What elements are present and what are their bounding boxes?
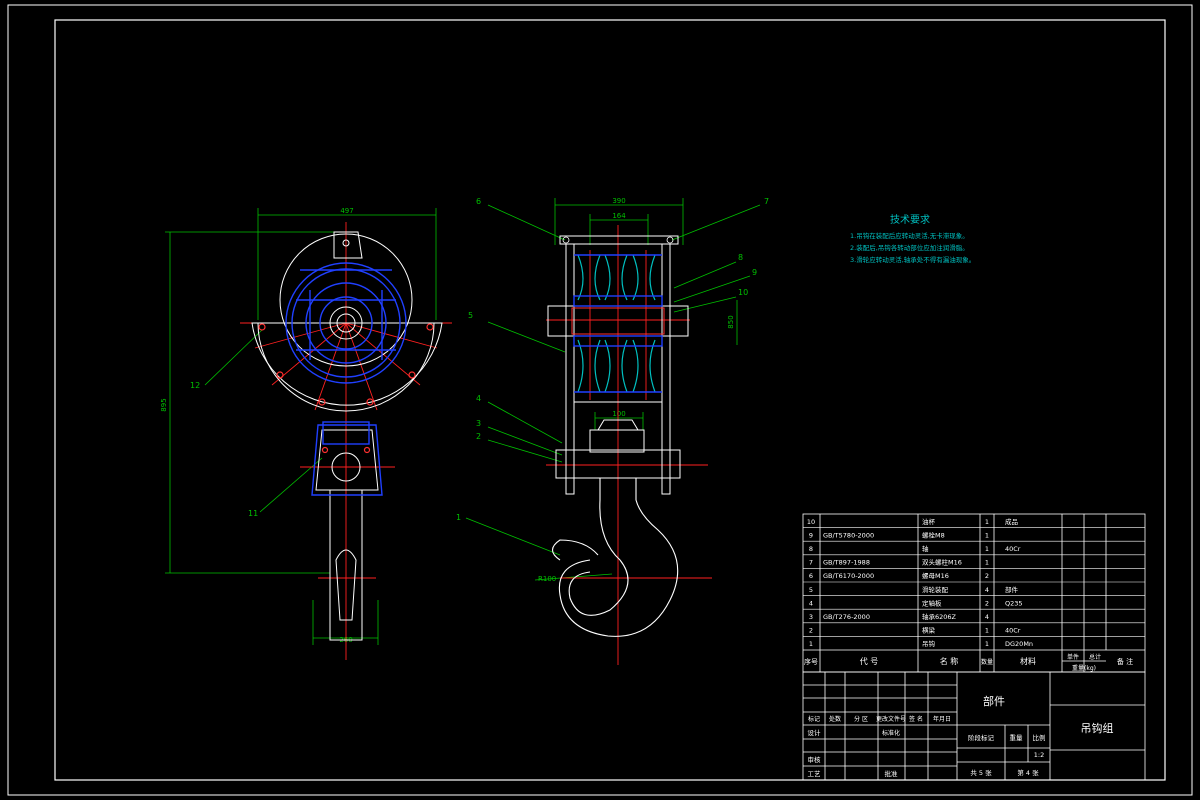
sheet-number: 第 4 张 (1017, 768, 1039, 777)
rev-zone-label: 分 区 (854, 715, 868, 723)
balloon-2: 2 (476, 432, 481, 441)
bom-cell-name: 双头螺柱M16 (922, 558, 962, 567)
bom-cell-name: 定轴板 (922, 598, 942, 607)
balloon-12: 12 (190, 381, 200, 390)
bom-cell-mat: 成品 (1005, 517, 1018, 526)
bom-cell-name: 轴承6206Z (922, 612, 957, 621)
bom-header-weight-single: 单件 (1067, 653, 1079, 661)
dim-front-height: 895 (160, 398, 168, 411)
tech-req-line-3: 3.滑轮应转动灵活,轴承处不得有漏油现象。 (850, 255, 975, 264)
bom-cell-no: 9 (809, 531, 813, 539)
bom-cell-code: GB/T276-2000 (823, 613, 870, 621)
bom-cell-name: 滑轮装配 (922, 585, 949, 594)
bom-header-remark: 备 注 (1117, 657, 1133, 666)
bom-cell-no: 7 (809, 559, 813, 567)
bom-cell-no: 10 (807, 518, 815, 526)
bom-cell-name: 横梁 (922, 626, 936, 635)
bom-cell-mat: 40Cr (1005, 545, 1021, 553)
balloon-1: 1 (456, 513, 461, 522)
bom-header-weight-label: 重量(kg) (1072, 664, 1096, 672)
scale-value: 1:2 (1034, 751, 1044, 759)
balloon-7: 7 (764, 197, 769, 206)
bom-cell-qty: 4 (985, 613, 989, 621)
bom-cell-name: 螺母M16 (922, 571, 949, 580)
drawing-name: 吊钩组 (1081, 721, 1114, 735)
tech-req-line-1: 1.吊钩在装配后应转动灵活,无卡滞现象。 (850, 231, 969, 240)
bom-cell-qty: 1 (985, 559, 989, 567)
balloon-5: 5 (468, 311, 473, 320)
balloon-9: 9 (752, 268, 757, 277)
weight-label: 重量 (1010, 734, 1024, 742)
cad-drawing: 497 895 260 12 11 390 164 100 850 R100 6… (7, 4, 1193, 796)
process-label: 工艺 (808, 770, 822, 778)
rev-sign-label: 签 名 (909, 715, 923, 723)
bom-cell-code: GB/T6170-2000 (823, 572, 874, 580)
balloon-6: 6 (476, 197, 481, 206)
tech-req-line-2: 2.装配后,吊钩各转动部位应加注润滑脂。 (850, 243, 969, 252)
bom-cell-qty: 1 (985, 531, 989, 539)
bom-cell-code: GB/T5780-2000 (823, 531, 874, 539)
rev-count-label: 处数 (829, 715, 841, 723)
rev-date-label: 年月日 (933, 715, 951, 723)
bom-cell-no: 4 (809, 599, 813, 607)
balloon-8: 8 (738, 253, 743, 262)
bom-cell-code: GB/T897-1988 (823, 559, 870, 567)
tech-req-title: 技术要求 (890, 213, 930, 226)
inner-frame (54, 19, 1166, 781)
bom-header-no: 序号 (804, 657, 818, 666)
rev-doc-label: 更改文件号 (876, 715, 906, 723)
side-view: 390 164 100 850 R100 6 5 4 3 2 1 7 8 9 1… (456, 197, 769, 665)
dim-side-top: 390 (612, 197, 625, 205)
bom-cell-qty: 2 (985, 572, 989, 580)
bom-cell-no: 2 (809, 627, 813, 635)
bom-cell-qty: 1 (985, 627, 989, 635)
part-label: 部件 (983, 694, 1005, 708)
dim-side-mid: 100 (612, 410, 625, 418)
stage-label: 阶段标记 (968, 733, 995, 742)
bom-header-material: 材料 (1020, 656, 1036, 666)
bom-cell-name: 轴 (922, 544, 929, 553)
outer-frame (7, 4, 1193, 796)
bom-cell-name: 油杯 (922, 517, 936, 526)
bom-header-qty: 数量 (981, 658, 993, 666)
bom-rows: 10 油杯 1 成品 9 GB/T5780-2000 螺栓M8 1 8 轴 1 40Cr 7 GB/T89… (803, 517, 1145, 648)
approve-label: 批准 (885, 769, 899, 778)
dim-front-width: 497 (340, 207, 353, 215)
bom-cell-no: 5 (809, 586, 813, 594)
bom-cell-no: 6 (809, 572, 813, 580)
bom-cell-qty: 1 (985, 545, 989, 553)
sheets-total: 共 5 张 (970, 768, 992, 777)
dim-hook-radius: R100 (538, 575, 556, 583)
dim-side-inner: 164 (612, 212, 626, 220)
bom-header-weight-total: 总计 (1089, 653, 1101, 661)
rev-marks-label: 标记 (808, 715, 820, 723)
bom-cell-qty: 2 (985, 599, 989, 607)
balloon-10: 10 (738, 288, 748, 297)
front-view: 497 895 260 12 11 (160, 207, 452, 660)
scale-label: 比例 (1033, 733, 1046, 742)
bom-cell-no: 8 (809, 545, 813, 553)
bom-header-code: 代 号 (860, 656, 879, 666)
tech-requirements: 技术要求 1.吊钩在装配后应转动灵活,无卡滞现象。 2.装配后,吊钩各转动部位应… (850, 213, 975, 264)
bom-header-name: 名 称 (940, 656, 959, 666)
review-label: 审核 (808, 755, 822, 764)
standardize-label: 标准化 (882, 729, 900, 737)
bom-cell-no: 1 (809, 640, 813, 648)
bom-cell-qty: 1 (985, 640, 989, 648)
bom-cell-mat: Q235 (1005, 599, 1023, 607)
bom-cell-mat: DG20Mn (1005, 640, 1033, 648)
dim-side-pitch: 850 (727, 315, 735, 328)
bom-cell-name: 吊钩 (922, 639, 936, 648)
bom-cell-mat: 40Cr (1005, 627, 1021, 635)
bom-cell-no: 3 (809, 613, 813, 621)
bom-cell-name: 螺栓M8 (922, 530, 945, 539)
bom-cell-qty: 1 (985, 518, 989, 526)
balloon-3: 3 (476, 419, 481, 428)
title-block-text: 部件 吊钩组 标记 处数 分 区 更改文件号 签 名 年月日 设计 标准化 审核… (808, 694, 1114, 778)
balloon-11: 11 (248, 509, 258, 518)
bom-cell-qty: 4 (985, 586, 989, 594)
design-label: 设计 (808, 728, 822, 737)
balloon-4: 4 (476, 394, 481, 403)
bom-cell-mat: 部件 (1005, 585, 1019, 594)
